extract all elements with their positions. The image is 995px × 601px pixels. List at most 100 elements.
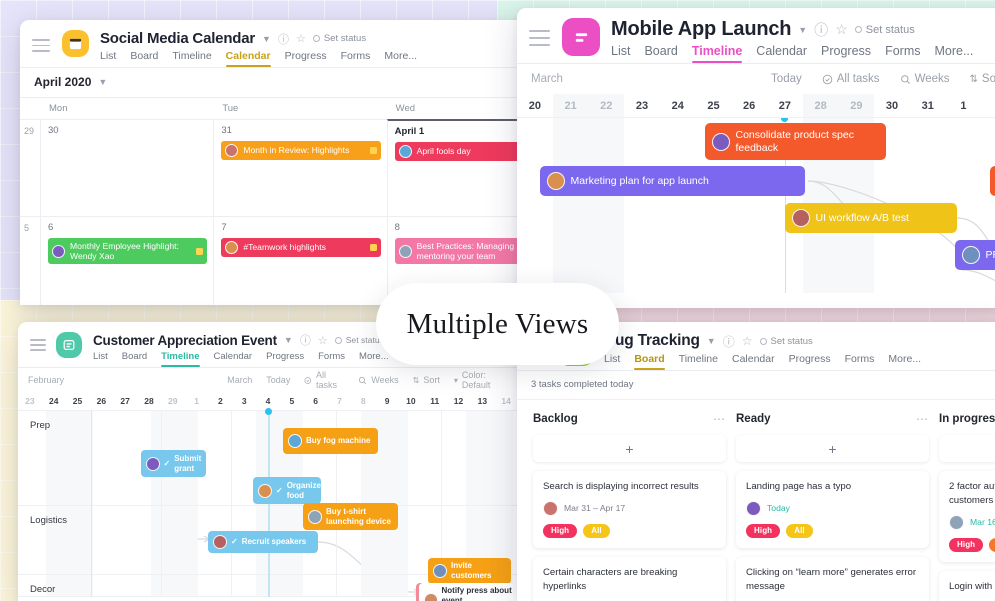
calendar-event[interactable]: Monthly Employee Highlight: Wendy Xao xyxy=(48,238,208,265)
tab-board[interactable]: Board xyxy=(644,44,677,63)
avatar[interactable] xyxy=(433,564,447,578)
add-card-button[interactable]: + xyxy=(939,435,995,462)
board-card[interactable]: Login with GoogleMar 24 – 31HighChrome xyxy=(939,570,995,601)
avatar[interactable] xyxy=(213,535,227,549)
chevron-down-icon[interactable]: ▼ xyxy=(707,336,716,346)
sort-button[interactable]: ⇅ Sort xyxy=(413,375,440,385)
avatar[interactable] xyxy=(288,434,302,448)
column-menu-icon[interactable]: ⋯ xyxy=(713,412,726,426)
calendar-event[interactable]: Month in Review: Highlights xyxy=(221,141,381,160)
set-status-button[interactable]: Set status xyxy=(334,335,384,345)
card-tag[interactable]: All xyxy=(786,523,813,538)
timeline-task-bar[interactable]: ✓ Organize food xyxy=(253,477,321,504)
avatar[interactable] xyxy=(711,132,730,151)
tab-calendar[interactable]: Calendar xyxy=(756,44,807,63)
tab-progress[interactable]: Progress xyxy=(789,353,831,370)
card-tag[interactable]: Firefox xyxy=(989,537,995,552)
tab-forms[interactable]: Forms xyxy=(318,351,345,367)
board-card[interactable]: Certain characters are breaking hyperlin… xyxy=(533,556,726,601)
tab-more[interactable]: More... xyxy=(888,353,921,370)
avatar[interactable] xyxy=(52,244,65,258)
timeline-task-bar[interactable]: UI workflow A/B test xyxy=(784,203,957,233)
tab-list[interactable]: List xyxy=(604,353,620,370)
avatar[interactable] xyxy=(423,592,438,601)
timeline-task-bar[interactable]: Marketing plan for app launch xyxy=(539,166,805,196)
board-card[interactable]: Clicking on “learn more” generates error… xyxy=(736,556,929,601)
all-tasks-filter[interactable]: All tasks xyxy=(304,370,344,390)
timeline-task-bar[interactable]: Invite customers xyxy=(428,558,511,584)
card-tag[interactable]: High xyxy=(746,523,781,538)
board-card[interactable]: 2 factor authentication for Enterprise c… xyxy=(939,471,995,562)
calendar-event[interactable]: #Teamwork highlights xyxy=(221,238,381,257)
tab-board[interactable]: Board xyxy=(130,50,158,67)
tab-more[interactable]: More... xyxy=(384,50,417,67)
timeline-task-bar[interactable]: ✓ Recruit speakers xyxy=(208,531,318,553)
star-icon[interactable]: ☆ xyxy=(318,334,328,347)
timeline-task-bar[interactable]: ✓ Submit grant xyxy=(140,450,206,477)
set-status-button[interactable]: Set status xyxy=(854,24,915,36)
tab-board[interactable]: Board xyxy=(634,353,666,370)
avatar[interactable] xyxy=(258,483,272,498)
timeline-task-bar[interactable]: PR plan for app launch xyxy=(954,240,995,270)
tab-list[interactable]: List xyxy=(100,50,116,67)
tab-forms[interactable]: Forms xyxy=(845,353,875,370)
tab-list[interactable]: List xyxy=(93,351,108,367)
add-card-button[interactable]: + xyxy=(736,435,929,462)
menu-icon[interactable] xyxy=(30,339,46,354)
today-button[interactable]: Today xyxy=(266,375,290,385)
avatar[interactable] xyxy=(961,246,980,264)
chevron-down-icon[interactable]: ▼ xyxy=(262,34,271,44)
month-selector[interactable]: April 2020 ▼ xyxy=(20,68,560,97)
timeline-task-bar[interactable]: Buy t-shirt launching device xyxy=(303,503,398,530)
star-icon[interactable]: ☆ xyxy=(835,21,848,38)
today-button[interactable]: Today xyxy=(771,73,802,85)
tab-calendar[interactable]: Calendar xyxy=(732,353,775,370)
tab-forms[interactable]: Forms xyxy=(341,50,371,67)
menu-icon[interactable] xyxy=(529,30,550,51)
avatar[interactable] xyxy=(145,456,160,471)
tab-calendar[interactable]: Calendar xyxy=(225,50,271,67)
color-setting-button[interactable]: ▾ Color: Default xyxy=(454,370,508,390)
set-status-button[interactable]: Set status xyxy=(759,336,813,347)
column-menu-icon[interactable]: ⋯ xyxy=(916,412,929,426)
info-icon[interactable]: ⓘ xyxy=(278,31,289,47)
tab-timeline[interactable]: Timeline xyxy=(161,351,200,367)
tab-timeline[interactable]: Timeline xyxy=(172,50,211,67)
board-card[interactable]: Search is displaying incorrect results Ma… xyxy=(533,471,726,548)
card-tag[interactable]: All xyxy=(583,523,610,538)
menu-icon[interactable] xyxy=(32,39,50,56)
timeline-task-bar[interactable]: Notify press about eventDue Tuesday xyxy=(415,583,518,601)
avatar[interactable] xyxy=(398,244,412,258)
tab-timeline[interactable]: Timeline xyxy=(679,353,718,370)
tab-forms[interactable]: Forms xyxy=(885,44,920,63)
tab-board[interactable]: Board xyxy=(122,351,147,367)
avatar[interactable] xyxy=(225,241,239,254)
info-icon[interactable]: ⓘ xyxy=(814,20,828,40)
avatar[interactable] xyxy=(398,145,412,158)
tab-list[interactable]: List xyxy=(611,44,630,63)
sort-button[interactable]: ⇅ Sort xyxy=(970,73,995,85)
tab-more[interactable]: More... xyxy=(359,351,389,367)
calendar-day-cell[interactable]: 6 Monthly Employee Highlight: Wendy Xao xyxy=(40,217,213,305)
timeline-task-bar[interactable]: Buy fog machine xyxy=(283,428,378,454)
card-tag[interactable]: High xyxy=(949,537,984,552)
star-icon[interactable]: ☆ xyxy=(742,334,753,348)
chevron-down-icon[interactable]: ▼ xyxy=(98,77,107,87)
avatar[interactable] xyxy=(791,209,810,227)
board-card[interactable]: Landing page has a typo Today High All xyxy=(736,471,929,548)
chevron-down-icon[interactable]: ▼ xyxy=(798,25,807,35)
calendar-day-cell[interactable]: 31 Month in Review: Highlights xyxy=(213,120,386,216)
zoom-weeks-button[interactable]: Weeks xyxy=(358,375,399,385)
star-icon[interactable]: ☆ xyxy=(296,32,306,45)
set-status-button[interactable]: Set status xyxy=(312,33,366,44)
add-card-button[interactable]: + xyxy=(533,435,726,462)
avatar[interactable] xyxy=(746,500,761,516)
tab-calendar[interactable]: Calendar xyxy=(214,351,253,367)
tab-progress[interactable]: Progress xyxy=(266,351,304,367)
avatar[interactable] xyxy=(543,500,558,516)
timeline-task-bar[interactable]: Usability testing xyxy=(989,166,995,196)
tab-more[interactable]: More... xyxy=(934,44,973,63)
calendar-day-cell[interactable]: 7 #Teamwork highlights xyxy=(213,217,386,305)
calendar-day-cell[interactable]: 30 xyxy=(40,120,213,216)
tab-timeline[interactable]: Timeline xyxy=(691,44,743,63)
